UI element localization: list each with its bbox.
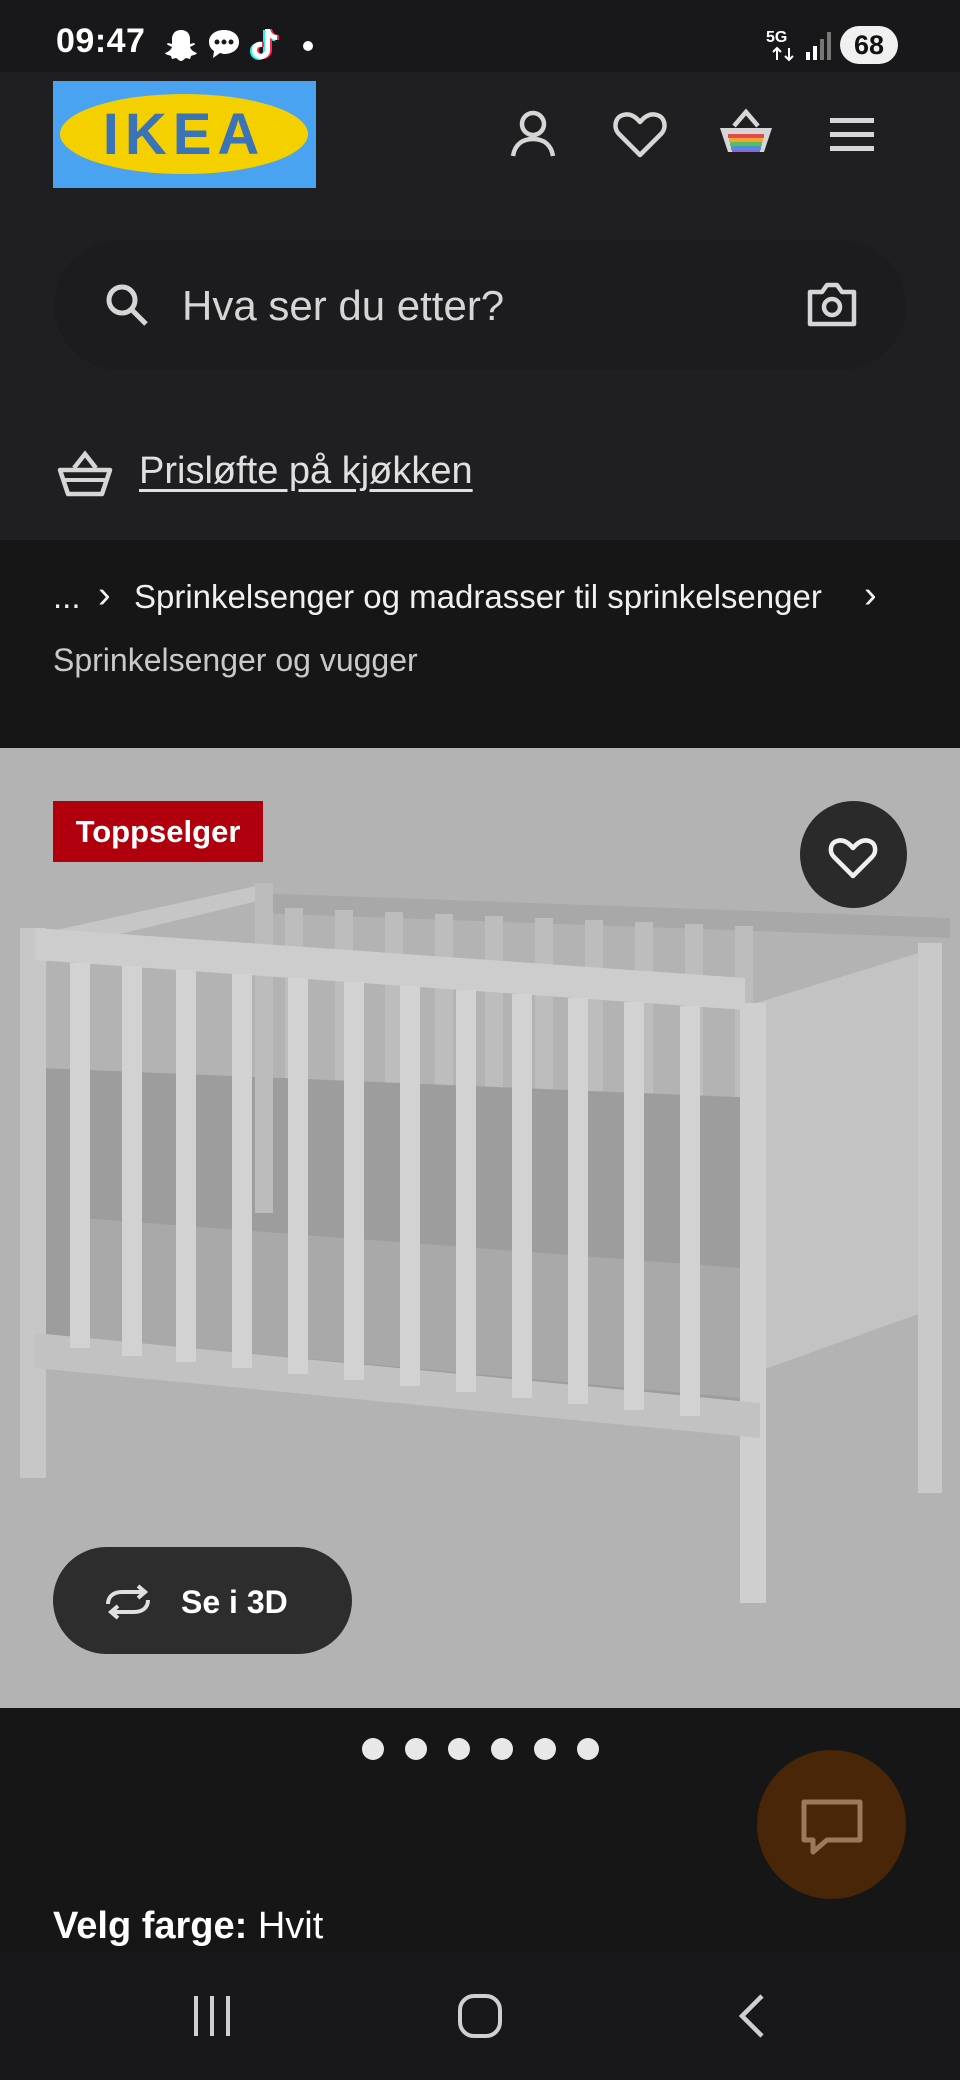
- rotate-3d-icon: [106, 1584, 150, 1620]
- breadcrumb-parent-link[interactable]: Sprinkelsenger og madrasser til sprinkel…: [134, 578, 822, 616]
- menu-icon[interactable]: [824, 104, 884, 164]
- color-value: Hvit: [257, 1905, 324, 1947]
- status-time: 09:47: [56, 22, 146, 60]
- breadcrumb-separator: ›: [98, 574, 111, 616]
- dot-icon: [303, 41, 313, 51]
- recent-apps-icon[interactable]: [190, 1994, 236, 2038]
- messages-icon: [209, 30, 239, 58]
- back-icon[interactable]: [732, 1992, 772, 2040]
- logo-mark: IKEA: [60, 94, 308, 174]
- carousel-dot[interactable]: [405, 1738, 427, 1760]
- home-icon[interactable]: [456, 1992, 504, 2040]
- carousel-dot[interactable]: [362, 1738, 384, 1760]
- ikea-logo[interactable]: IKEA: [53, 81, 316, 188]
- price-promise-link[interactable]: Prisløfte på kjøkken: [139, 450, 473, 493]
- battery-indicator: 68: [840, 26, 898, 64]
- color-selector-label: Velg farge: Hvit: [53, 1905, 323, 1948]
- add-to-favourites-button[interactable]: [800, 801, 907, 908]
- heart-icon: [828, 838, 878, 879]
- search-icon[interactable]: [104, 282, 150, 328]
- color-label: Velg farge:: [53, 1905, 248, 1947]
- search-input[interactable]: Hva ser du etter?: [182, 282, 504, 330]
- camera-icon[interactable]: [806, 280, 858, 328]
- view-3d-label: Se i 3D: [181, 1584, 288, 1620]
- carousel-dot[interactable]: [491, 1738, 513, 1760]
- account-icon[interactable]: [503, 104, 563, 164]
- breadcrumb-current[interactable]: Sprinkelsenger og vugger: [53, 642, 418, 679]
- network-label: 5G: [766, 29, 788, 46]
- basket-icon[interactable]: [716, 104, 776, 164]
- breadcrumb-separator: ›: [864, 574, 877, 616]
- data-arrows-icon: [772, 46, 794, 62]
- snapchat-icon: [165, 30, 197, 61]
- carousel-dot[interactable]: [534, 1738, 556, 1760]
- carousel-dot[interactable]: [448, 1738, 470, 1760]
- tiktok-icon: [250, 29, 279, 60]
- chat-icon: [801, 1799, 863, 1855]
- promo-basket-icon: [57, 450, 113, 497]
- chat-button[interactable]: [757, 1750, 906, 1899]
- bestseller-badge: Toppselger: [53, 801, 263, 862]
- svg-text:IKEA: IKEA: [103, 102, 266, 167]
- heart-icon[interactable]: [610, 104, 670, 164]
- carousel-dot[interactable]: [577, 1738, 599, 1760]
- breadcrumb-ellipsis[interactable]: ...: [53, 578, 81, 616]
- signal-icon: [806, 32, 831, 60]
